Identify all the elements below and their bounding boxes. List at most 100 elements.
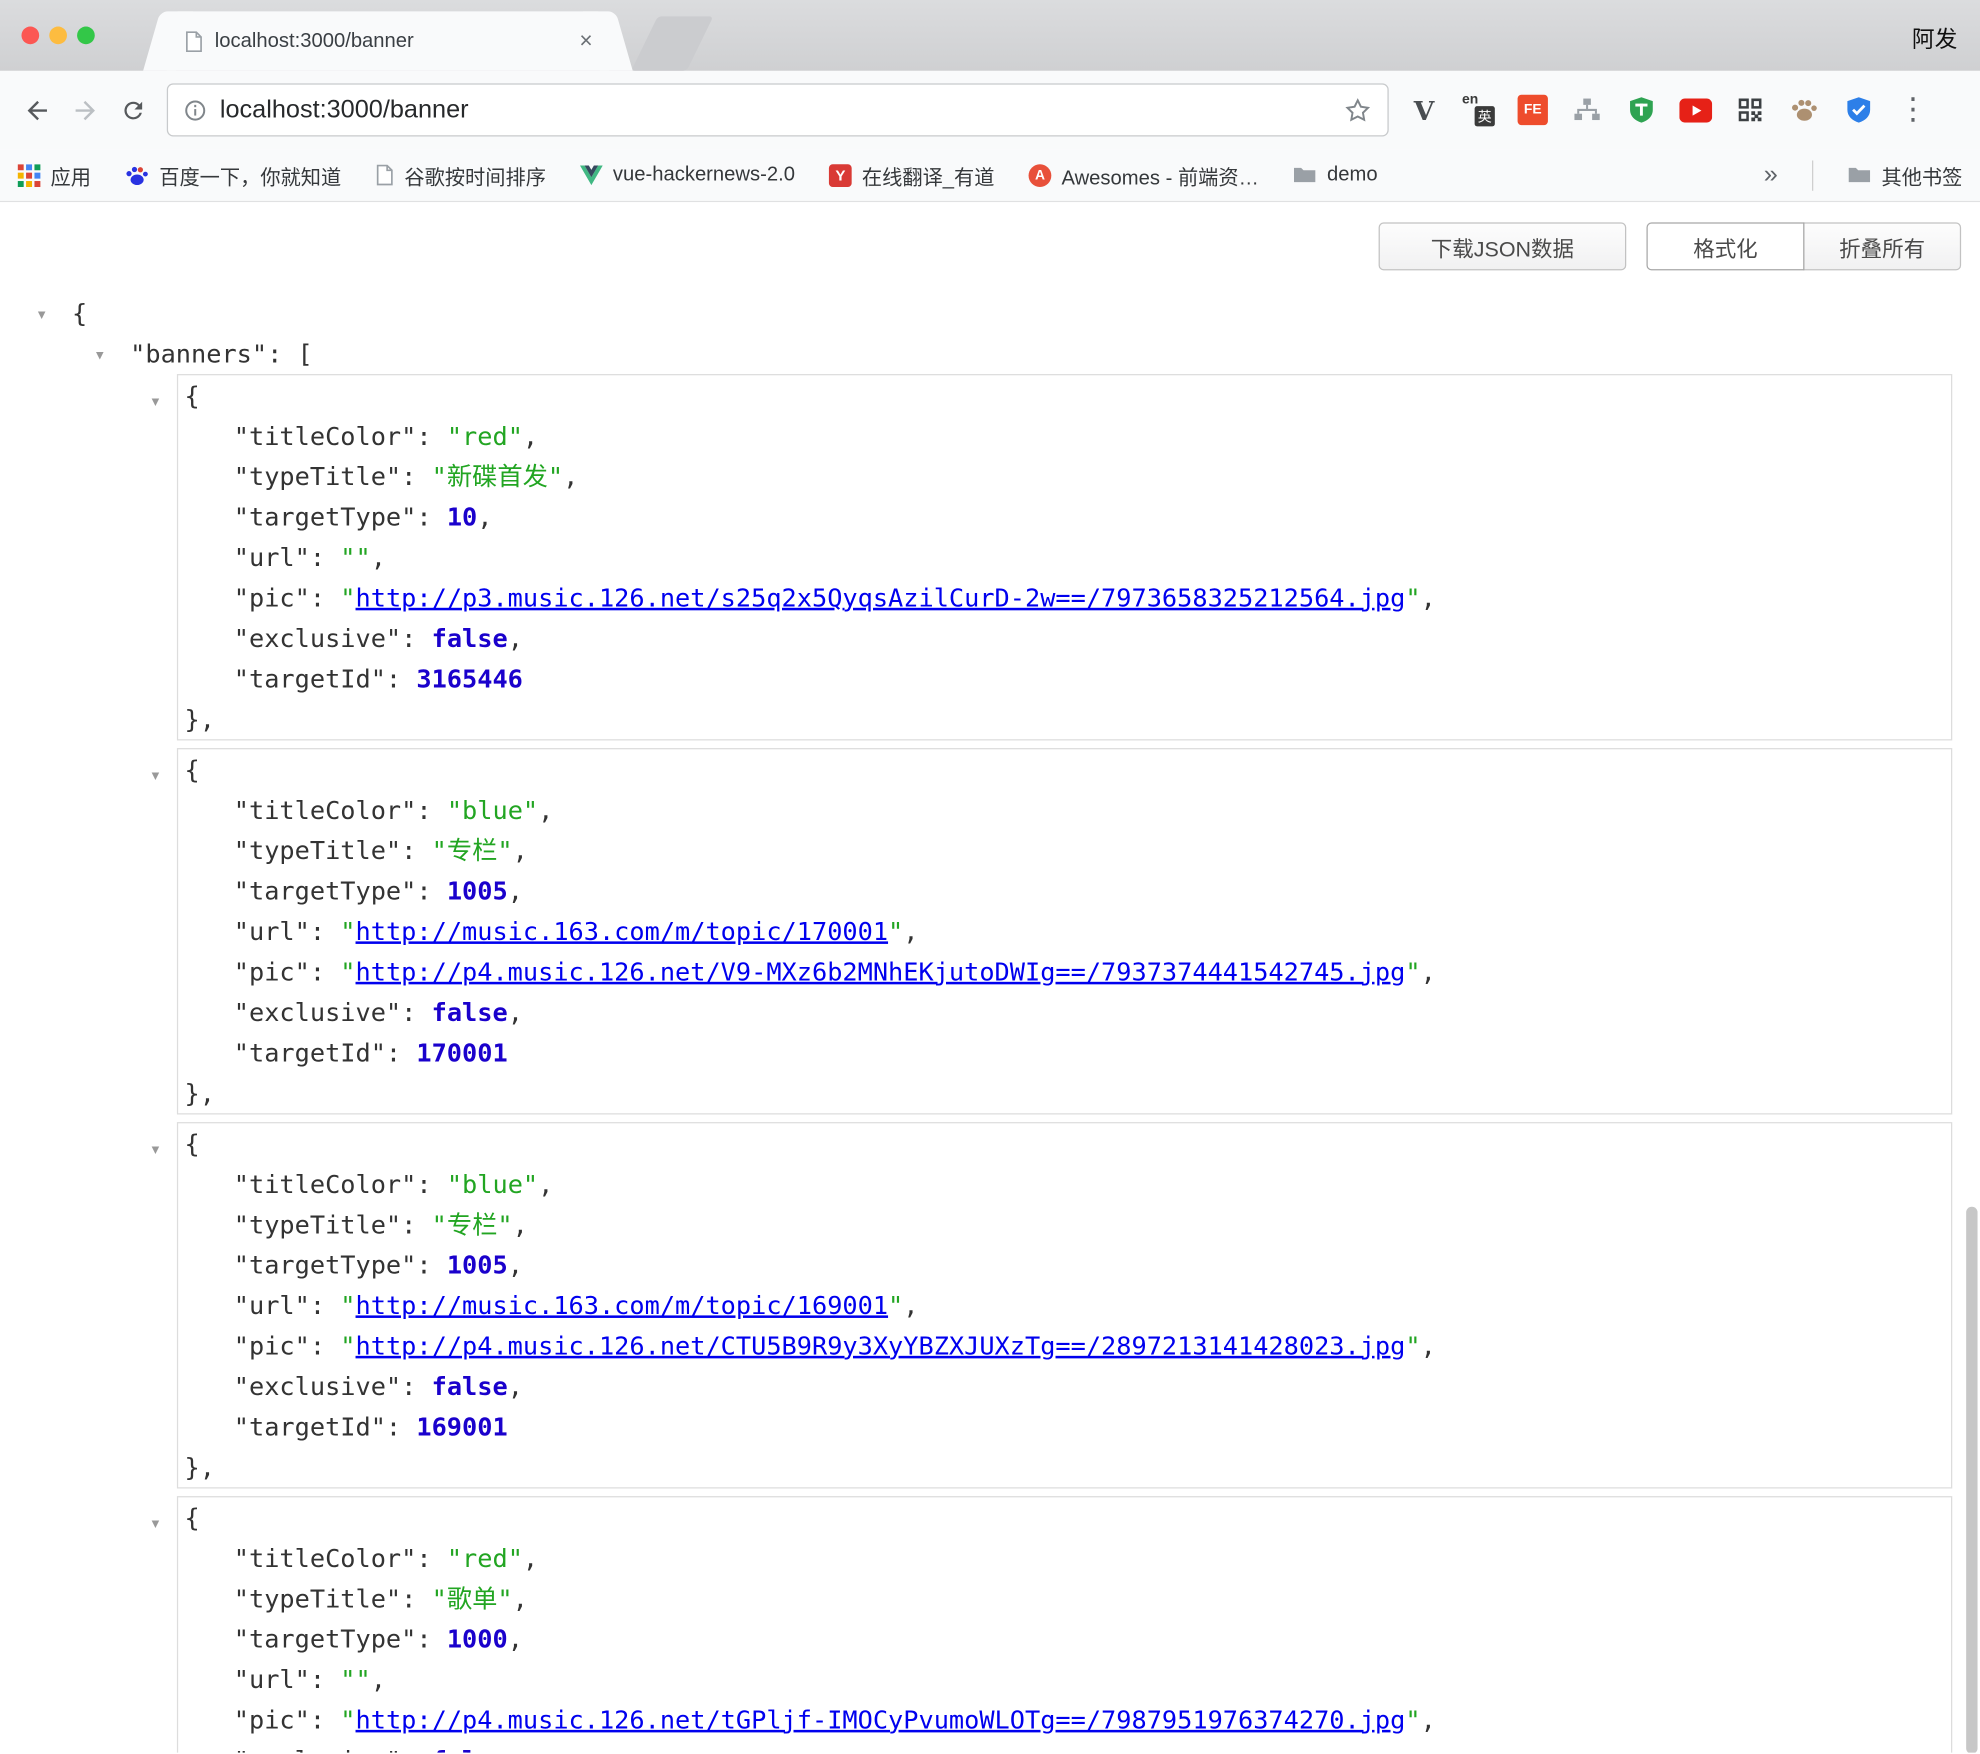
json-string-value: http://p3.music.126.net/s25q2x5QyqsAzilC… [340, 583, 1420, 613]
json-key: url [234, 916, 310, 946]
json-string-value: blue [447, 1169, 538, 1199]
minimize-window-button[interactable] [49, 27, 67, 45]
json-string-value: red [447, 1543, 523, 1573]
browser-tab[interactable]: localhost:3000/banner × [167, 11, 609, 70]
json-punctuation: , [1421, 957, 1436, 987]
json-punctuation: , [508, 623, 523, 653]
collapse-all-button[interactable]: 折叠所有 [1803, 222, 1961, 270]
json-field-row: targetType: 10, [184, 497, 1951, 537]
collapse-toggle-icon[interactable]: ▼ [152, 757, 160, 797]
bookmark-star-icon[interactable] [1343, 95, 1372, 124]
back-button[interactable] [13, 86, 61, 134]
json-punctuation: : [416, 1169, 446, 1199]
json-object-open-line: { [184, 375, 1951, 415]
json-link[interactable]: http://music.163.com/m/topic/169001 [356, 1290, 889, 1320]
sitemap-extension-icon[interactable] [1564, 87, 1609, 132]
json-number-value: false [432, 1745, 508, 1753]
json-punctuation: , [508, 1624, 523, 1654]
json-key: banners [130, 339, 267, 369]
json-viewer: ▼{ ▼banners: [ ▼{titleColor: red,typeTit… [0, 202, 1980, 1752]
collapse-toggle-icon[interactable]: ▼ [152, 1131, 160, 1171]
json-key: titleColor [234, 1543, 417, 1573]
other-bookmarks-folder[interactable]: 其他书签 [1847, 160, 1962, 190]
apps-shortcut[interactable]: 应用 [18, 160, 91, 190]
browser-menu-icon[interactable]: ⋮ [1890, 87, 1935, 132]
json-string-value: http://p4.music.126.net/V9-MXz6b2MNhEKju… [340, 957, 1420, 987]
bookmark-vue-hackernews[interactable]: vue-hackernews-2.0 [580, 164, 795, 187]
vimium-extension-icon[interactable]: V [1401, 87, 1446, 132]
scrollbar-thumb[interactable] [1966, 1207, 1977, 1753]
forward-button[interactable] [61, 86, 109, 134]
json-punctuation: : [416, 421, 446, 451]
collapse-toggle-icon[interactable]: ▼ [96, 336, 114, 376]
translate-extension-icon[interactable]: en 英 [1456, 87, 1501, 132]
json-punctuation: : [416, 502, 446, 532]
json-punctuation: : [401, 1371, 431, 1401]
bookmark-google-sort[interactable]: 谷歌按时间排序 [375, 160, 546, 190]
json-punctuation: : [401, 835, 431, 865]
folder-icon [1293, 166, 1317, 185]
json-punctuation: : [401, 997, 431, 1027]
json-string-value: http://music.163.com/m/topic/170001 [340, 916, 903, 946]
json-punctuation: , [513, 1209, 528, 1239]
json-punctuation: , [523, 421, 538, 451]
view-toggle-group: 格式化 折叠所有 [1646, 222, 1961, 270]
fe-extension-icon[interactable]: FE [1510, 87, 1555, 132]
json-key: exclusive [234, 997, 401, 1027]
json-punctuation: , [508, 876, 523, 906]
json-punctuation: , [371, 1664, 386, 1694]
json-key: titleColor [234, 795, 417, 825]
json-punctuation: : [386, 1037, 416, 1067]
bookmark-awesomes[interactable]: A Awesomes - 前端资… [1029, 160, 1259, 190]
bookmark-youdao-translate[interactable]: Y 在线翻译_有道 [829, 160, 994, 190]
youtube-extension-icon[interactable] [1673, 87, 1718, 132]
json-key: pic [234, 1705, 310, 1735]
json-string-value: red [447, 421, 523, 451]
json-object-box: ▼{titleColor: blue,typeTitle: 专栏,targetT… [177, 1122, 1952, 1488]
json-object-close-line: }, [184, 1073, 1951, 1113]
collapse-toggle-icon[interactable]: ▼ [152, 383, 160, 423]
baidu-paw-icon [125, 164, 149, 187]
json-link[interactable]: http://p4.music.126.net/CTU5B9R9y3XyYBZX… [356, 1331, 1406, 1361]
json-punctuation: , [538, 795, 553, 825]
json-punctuation: : [401, 1583, 431, 1613]
json-key: exclusive [234, 1371, 401, 1401]
apps-grid-icon [18, 164, 41, 187]
collapse-toggle-icon[interactable]: ▼ [38, 296, 56, 336]
format-button[interactable]: 格式化 [1646, 222, 1804, 270]
page-info-icon[interactable] [183, 98, 207, 122]
json-number-value: 1005 [447, 876, 508, 906]
json-field-row: typeTitle: 新碟首发, [184, 456, 1951, 496]
download-json-button[interactable]: 下载JSON数据 [1379, 222, 1627, 270]
json-link[interactable]: http://p4.music.126.net/V9-MXz6b2MNhEKju… [356, 957, 1406, 987]
json-punctuation: : [401, 1209, 431, 1239]
fullscreen-window-button[interactable] [77, 27, 95, 45]
paw-extension-icon[interactable] [1782, 87, 1827, 132]
json-object-open-line: { [184, 749, 1951, 789]
json-field-row: targetType: 1005, [184, 1245, 1951, 1285]
address-bar[interactable]: localhost:3000/banner [167, 83, 1389, 136]
bookmarks-overflow-chevron[interactable]: » [1764, 160, 1778, 189]
qrcode-extension-icon[interactable] [1727, 87, 1772, 132]
shield-t-extension-icon[interactable] [1619, 87, 1664, 132]
reload-button[interactable] [109, 86, 157, 134]
collapse-toggle-icon[interactable]: ▼ [152, 1505, 160, 1545]
bookmark-folder-demo[interactable]: demo [1293, 164, 1378, 187]
json-punctuation: : [416, 1543, 446, 1573]
json-array: ▼{titleColor: red,typeTitle: 新碟首发,target… [177, 374, 1952, 1753]
json-number-value: 1005 [447, 1250, 508, 1280]
close-window-button[interactable] [21, 27, 39, 45]
json-field-row: typeTitle: 专栏, [184, 1204, 1951, 1244]
json-link[interactable]: http://p3.music.126.net/s25q2x5QyqsAzilC… [356, 583, 1406, 613]
json-link[interactable]: http://p4.music.126.net/tGPljf-IMOCyPvum… [356, 1705, 1406, 1735]
new-tab-button[interactable] [631, 16, 713, 70]
tab-close-icon[interactable]: × [576, 28, 597, 55]
json-link[interactable]: http://music.163.com/m/topic/170001 [356, 916, 889, 946]
json-string-value: 专栏 [432, 835, 513, 865]
json-object-box: ▼{titleColor: red,typeTitle: 歌单,targetTy… [177, 1496, 1952, 1753]
json-root-line: ▼{ [0, 293, 1980, 333]
browser-toolbar: localhost:3000/banner V en 英 FE [0, 71, 1980, 149]
json-key: targetType [234, 1624, 417, 1654]
security-shield-extension-icon[interactable] [1836, 87, 1881, 132]
bookmark-baidu[interactable]: 百度一下，你就知道 [125, 160, 341, 190]
